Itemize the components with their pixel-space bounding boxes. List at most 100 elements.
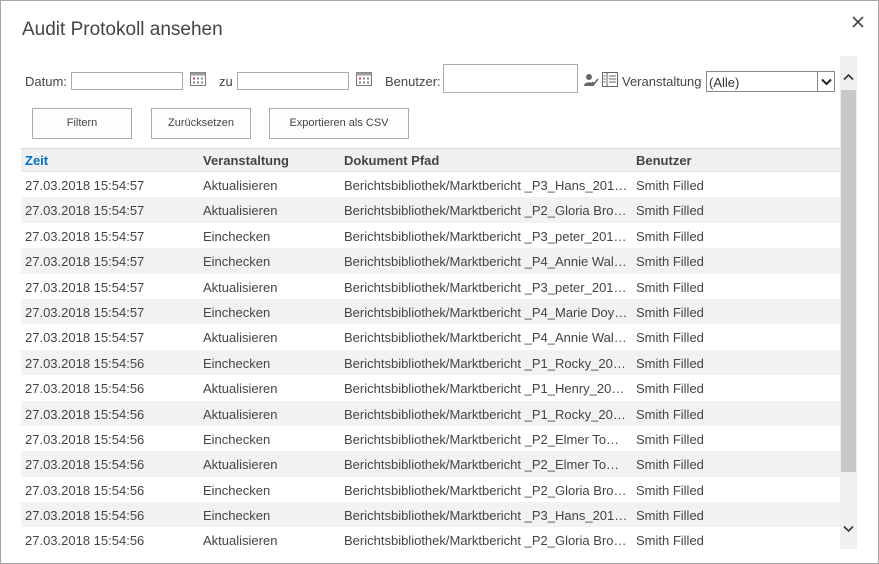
- calendar-icon[interactable]: [190, 71, 206, 86]
- cell-time: 27.03.2018 15:54:56: [25, 355, 145, 371]
- cell-document-path: Berichtsbibliothek/Marktbericht _P3_pete…: [344, 279, 629, 295]
- cell-time: 27.03.2018 15:54:56: [25, 482, 145, 498]
- cell-document-path: Berichtsbibliothek/Marktbericht _P3_pete…: [344, 228, 629, 244]
- cell-user: Smith Filled: [636, 381, 704, 397]
- cell-event: Aktualisieren: [203, 178, 278, 193]
- audit-log-dialog: Audit Protokoll ansehen Datum: zu Benutz…: [0, 0, 879, 564]
- table-row[interactable]: 27.03.2018 15:54:56 Aktualisieren Berichts…: [21, 451, 841, 477]
- table-row[interactable]: 27.03.2018 15:54:57 Aktualisieren Berichts…: [21, 172, 841, 197]
- column-header-document-path: Dokument Pfad: [344, 153, 440, 168]
- chevron-down-glyph: [843, 525, 854, 532]
- user-label: Benutzer:: [385, 74, 441, 89]
- cell-user: Smith Filled: [636, 508, 704, 524]
- filter-bar: Datum: zu Benutzer: Veranstaltung (Alle): [21, 56, 841, 102]
- table-row[interactable]: 27.03.2018 15:54:57 Einchecken Berichtsbib…: [21, 248, 841, 274]
- cell-time: 27.03.2018 15:54:57: [25, 279, 145, 295]
- table-body: 27.03.2018 15:54:57 Aktualisieren Berichts…: [21, 172, 841, 549]
- chevron-down-glyph: [820, 78, 832, 85]
- close-icon[interactable]: [849, 13, 867, 31]
- scrollbar-thumb[interactable]: [841, 90, 856, 472]
- date-from-input[interactable]: [71, 72, 183, 90]
- column-header-event: Veranstaltung: [203, 153, 289, 168]
- cell-event: Einchecken: [203, 228, 271, 244]
- cell-time: 27.03.2018 15:54:57: [25, 228, 145, 244]
- cell-event: Einchecken: [203, 482, 271, 498]
- date-to-input[interactable]: [237, 72, 349, 90]
- cell-event: Einchecken: [203, 355, 271, 371]
- cell-document-path: Berichtsbibliothek/Marktbericht _P4_Anni…: [344, 330, 627, 346]
- table-row[interactable]: 27.03.2018 15:54:56 Einchecken Berichtsbib…: [21, 349, 841, 376]
- cell-user: Smith Filled: [636, 457, 704, 473]
- table-row[interactable]: 27.03.2018 15:54:57 Einchecken Berichtsbib…: [21, 223, 841, 248]
- scroll-down-icon[interactable]: [840, 520, 857, 537]
- cell-event: Einchecken: [203, 508, 271, 524]
- column-header-time[interactable]: Zeit: [25, 153, 48, 168]
- event-label: Veranstaltung: [622, 74, 702, 89]
- table-row[interactable]: 27.03.2018 15:54:57 Einchecken Berichtsbib…: [21, 298, 841, 325]
- cell-event: Einchecken: [203, 431, 271, 447]
- address-book-icon[interactable]: [602, 72, 618, 87]
- event-select[interactable]: (Alle): [706, 71, 835, 92]
- cell-user: Smith Filled: [636, 228, 704, 244]
- cell-user: Smith Filled: [636, 330, 704, 346]
- cell-user: Smith Filled: [636, 406, 704, 422]
- cell-time: 27.03.2018 15:54:56: [25, 457, 145, 473]
- user-input[interactable]: [443, 64, 578, 93]
- cell-event: Einchecken: [203, 254, 271, 270]
- cell-time: 27.03.2018 15:54:57: [25, 254, 145, 270]
- scroll-up-icon[interactable]: [840, 68, 857, 85]
- filter-button[interactable]: Filtern: [32, 108, 132, 139]
- dialog-title: Audit Protokoll ansehen: [22, 19, 223, 40]
- cell-document-path: Berichtsbibliothek/Marktbericht _P2_Elme…: [344, 457, 629, 473]
- export-csv-button[interactable]: Exportieren als CSV: [269, 108, 409, 139]
- cell-user: Smith Filled: [636, 279, 704, 295]
- calendar-icon[interactable]: [356, 71, 372, 86]
- table-header: Zeit Veranstaltung Dokument Pfad Benutze…: [21, 148, 841, 172]
- table-row[interactable]: 27.03.2018 15:54:56 Aktualisieren Berichts…: [21, 527, 841, 549]
- table-row[interactable]: 27.03.2018 15:54:56 Aktualisieren Berichts…: [21, 400, 841, 426]
- table-row[interactable]: 27.03.2018 15:54:56 Einchecken Berichtsbib…: [21, 477, 841, 502]
- cell-user: Smith Filled: [636, 254, 704, 270]
- cell-time: 27.03.2018 15:54:56: [25, 381, 145, 397]
- cell-user: Smith Filled: [636, 533, 704, 549]
- cell-event: Aktualisieren: [203, 457, 278, 473]
- cell-time: 27.03.2018 15:54:56: [25, 431, 145, 447]
- table-row[interactable]: 27.03.2018 15:54:57 Aktualisieren Berichts…: [21, 274, 841, 299]
- table-row[interactable]: 27.03.2018 15:54:56 Einchecken Berichtsbib…: [21, 426, 841, 451]
- cell-event: Aktualisieren: [203, 279, 278, 295]
- cell-document-path: Berichtsbibliothek/Marktbericht _P3_Hans…: [344, 508, 629, 524]
- cell-user: Smith Filled: [636, 482, 704, 498]
- cell-document-path: Berichtsbibliothek/Marktbericht _P2_Glor…: [344, 482, 627, 498]
- cell-event: Einchecken: [203, 304, 271, 320]
- cell-document-path: Berichtsbibliothek/Marktbericht _P2_Glor…: [344, 203, 627, 219]
- cell-time: 27.03.2018 15:54:57: [25, 304, 145, 320]
- cell-user: Smith Filled: [636, 304, 704, 320]
- table-row[interactable]: 27.03.2018 15:54:57 Aktualisieren Berichts…: [21, 324, 841, 349]
- dialog-content: Datum: zu Benutzer: Veranstaltung (Alle)…: [21, 56, 857, 549]
- cell-time: 27.03.2018 15:54:56: [25, 533, 145, 549]
- reset-button[interactable]: Zurücksetzen: [151, 108, 251, 139]
- event-select-value: (Alle): [709, 75, 740, 90]
- chevron-up-glyph: [843, 73, 854, 80]
- table-row[interactable]: 27.03.2018 15:54:56 Einchecken Berichtsbib…: [21, 502, 841, 528]
- cell-time: 27.03.2018 15:54:57: [25, 178, 145, 193]
- cell-event: Aktualisieren: [203, 203, 278, 219]
- cell-document-path: Berichtsbibliothek/Marktbericht _P3_Hans…: [344, 178, 629, 193]
- cell-user: Smith Filled: [636, 203, 704, 219]
- column-header-user: Benutzer: [636, 153, 692, 168]
- cell-document-path: Berichtsbibliothek/Marktbericht _P2_Glor…: [344, 533, 627, 549]
- table-row[interactable]: 27.03.2018 15:54:57 Aktualisieren Berichts…: [21, 197, 841, 223]
- audit-table: Zeit Veranstaltung Dokument Pfad Benutze…: [21, 148, 841, 549]
- cell-time: 27.03.2018 15:54:57: [25, 203, 145, 219]
- close-icon-glyph: [852, 16, 864, 28]
- cell-time: 27.03.2018 15:54:56: [25, 508, 145, 524]
- check-names-icon[interactable]: [583, 72, 599, 88]
- cell-document-path: Berichtsbibliothek/Marktbericht _P1_Rock…: [344, 406, 629, 422]
- cell-user: Smith Filled: [636, 431, 704, 447]
- table-row[interactable]: 27.03.2018 15:54:56 Aktualisieren Berichts…: [21, 375, 841, 400]
- cell-time: 27.03.2018 15:54:56: [25, 406, 145, 422]
- cell-event: Aktualisieren: [203, 381, 278, 397]
- date-label: Datum:: [25, 74, 67, 89]
- vertical-scrollbar[interactable]: [840, 56, 857, 549]
- chevron-down-icon[interactable]: [817, 72, 834, 91]
